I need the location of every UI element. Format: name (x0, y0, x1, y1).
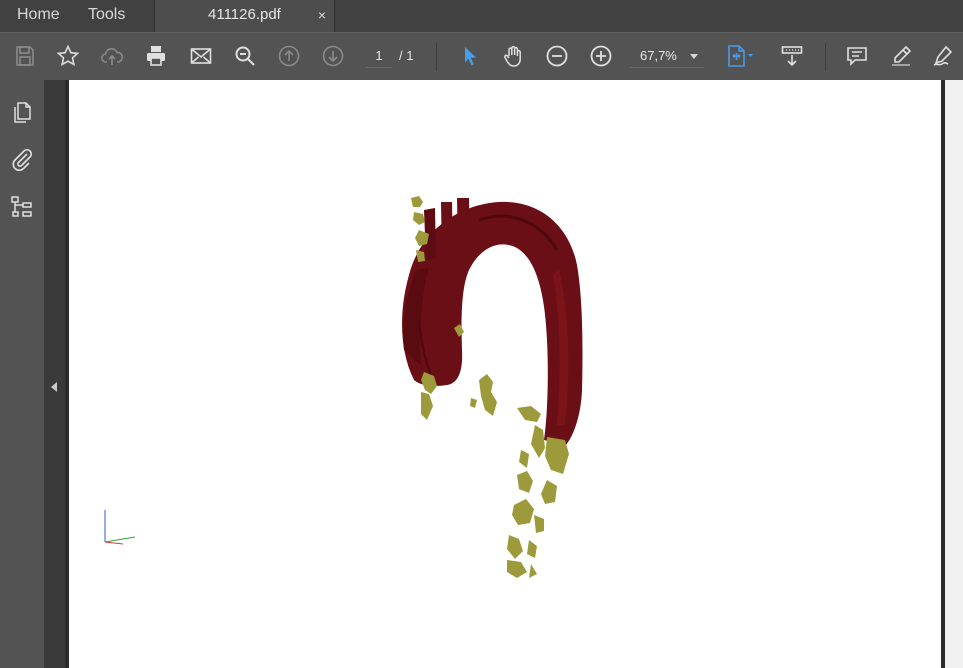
fit-page-button[interactable] (722, 41, 758, 71)
email-button[interactable] (186, 41, 216, 71)
save-button[interactable] (10, 41, 40, 71)
highlight-button[interactable] (886, 41, 916, 71)
print-button[interactable] (141, 41, 171, 71)
pdf-page[interactable] (69, 80, 941, 668)
orientation-axes (104, 510, 136, 545)
scroll-mode-button[interactable] (777, 41, 807, 71)
tab-home[interactable]: Home (17, 0, 60, 32)
next-page-button[interactable] (318, 41, 348, 71)
zoom-in-button[interactable] (586, 41, 616, 71)
bookmark-star-icon (56, 44, 80, 67)
zoom-in-icon (590, 45, 612, 67)
upload-button[interactable] (97, 41, 127, 71)
print-icon (147, 46, 165, 66)
hand-tool-icon (504, 45, 521, 67)
previous-page-icon (278, 45, 300, 67)
find-button[interactable] (230, 41, 260, 71)
layers-icon (11, 196, 32, 217)
previous-page-button[interactable] (274, 41, 304, 71)
zoom-out-button[interactable] (542, 41, 572, 71)
zoom-out-icon (546, 45, 568, 67)
next-page-icon (322, 45, 344, 67)
scroll-mode-icon (781, 46, 803, 67)
attachments-button[interactable] (8, 145, 36, 173)
sign-button[interactable] (928, 41, 958, 71)
search-zoom-icon (235, 46, 255, 66)
save-icon (16, 46, 34, 66)
tab-document[interactable]: 411126.pdf × (154, 0, 335, 32)
tab-document-title: 411126.pdf (208, 6, 281, 23)
comment-icon (847, 47, 867, 66)
hand-tool-button[interactable] (498, 41, 528, 71)
select-tool-button[interactable] (455, 41, 485, 71)
page-total: / 1 (399, 48, 414, 63)
comment-button[interactable] (842, 41, 872, 71)
highlight-icon (892, 45, 912, 66)
close-tab-button[interactable]: × (318, 0, 326, 30)
fit-page-icon (728, 45, 753, 67)
aorta-3d-render (104, 196, 583, 578)
page-thumbnails-button[interactable] (8, 99, 36, 127)
tab-bar: Home Tools 411126.pdf × (0, 0, 963, 32)
chevron-down-icon (690, 54, 698, 59)
navigation-pane (0, 80, 44, 668)
chevron-left-icon (51, 382, 57, 392)
layers-button[interactable] (8, 193, 36, 221)
tab-tools[interactable]: Tools (88, 0, 125, 32)
toolbar-separator (436, 43, 437, 71)
toolbar: 1 / 1 67,7% (0, 32, 963, 80)
email-icon (190, 48, 212, 64)
toolbar-separator (825, 43, 826, 71)
select-cursor-icon (465, 47, 476, 66)
vertical-scrollbar[interactable] (945, 80, 963, 668)
page-number-input[interactable]: 1 (366, 45, 392, 68)
page-thumbnails-icon (14, 102, 31, 123)
navigation-pane-toggle[interactable] (44, 80, 65, 668)
zoom-select[interactable]: 67,7% (630, 45, 704, 68)
bookmark-button[interactable] (53, 41, 83, 71)
zoom-value: 67,7% (640, 48, 677, 63)
cloud-upload-icon (100, 48, 124, 65)
attachments-icon (12, 148, 33, 171)
sign-icon (933, 45, 953, 66)
